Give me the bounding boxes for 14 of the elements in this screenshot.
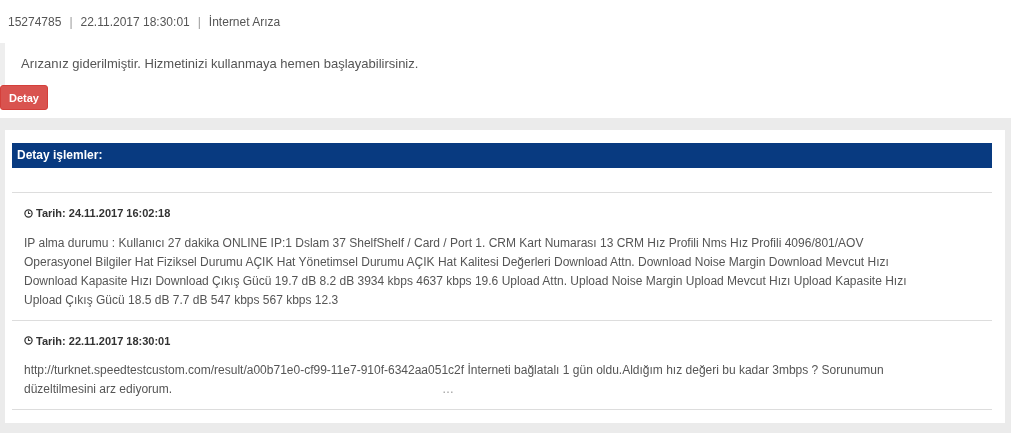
status-message: Arızanız giderilmiştir. Hizmetinizi kullanmaya hemen başlayabilirsiniz. xyxy=(21,55,420,73)
ticket-date: 22.11.2017 18:30:01 xyxy=(80,14,190,31)
entry-text: http://turknet.speedtestcustom.com/result/a00b71e0-cf99-11e7-910f-6342aa051c2f İnterneti bağlatalı 1 gün oldu.Aldığım hız değeri bu kadar 3mbps ? Sorunumun düzeltilmesini arz ediyorum. … xyxy=(24,363,884,396)
entry-text: IP alma durumu : Kullanıcı 27 dakika ONLINE IP:1 Dslam 37 ShelfShelf / Card / Port 1. CRM Kart Numarası 13 CRM Hız Profili Nms Hız Profili 4096/801/AOV Operasyonel Bilgiler Hat Fiziksel Durumu AÇIK Hat Yönetimsel Durumu AÇIK Hat Kalitesi Değerleri Download Attn. Download Noise Margin Download Mevcut Hızı Download Kapasite Hızı Download Çıkış Gücü 19.7 dB 8.2 dB 3934 kbps 4637 kbps 19.6 Upload Attn. Upload Noise Margin Upload Mevcut Hızı Upload Kapasite Hızı Upload Çıkış Gücü 18.5 dB 7.7 dB 547 kbps 567 kbps 12.3 xyxy=(24,235,907,307)
detail-button[interactable]: Detay xyxy=(0,85,48,111)
ticket-number: 15274785 xyxy=(8,14,62,31)
separator: | xyxy=(197,14,201,31)
ticket-type: İnternet Arıza xyxy=(208,14,281,31)
clock-icon xyxy=(24,336,33,346)
section-header: Detay işlemler: xyxy=(12,143,992,168)
entry-date: Tarih: 22.11.2017 18:30:01 xyxy=(36,333,171,349)
clock-icon xyxy=(24,208,33,218)
separator: | xyxy=(69,14,73,31)
entry-date: Tarih: 24.11.2017 16:02:18 xyxy=(36,206,171,221)
